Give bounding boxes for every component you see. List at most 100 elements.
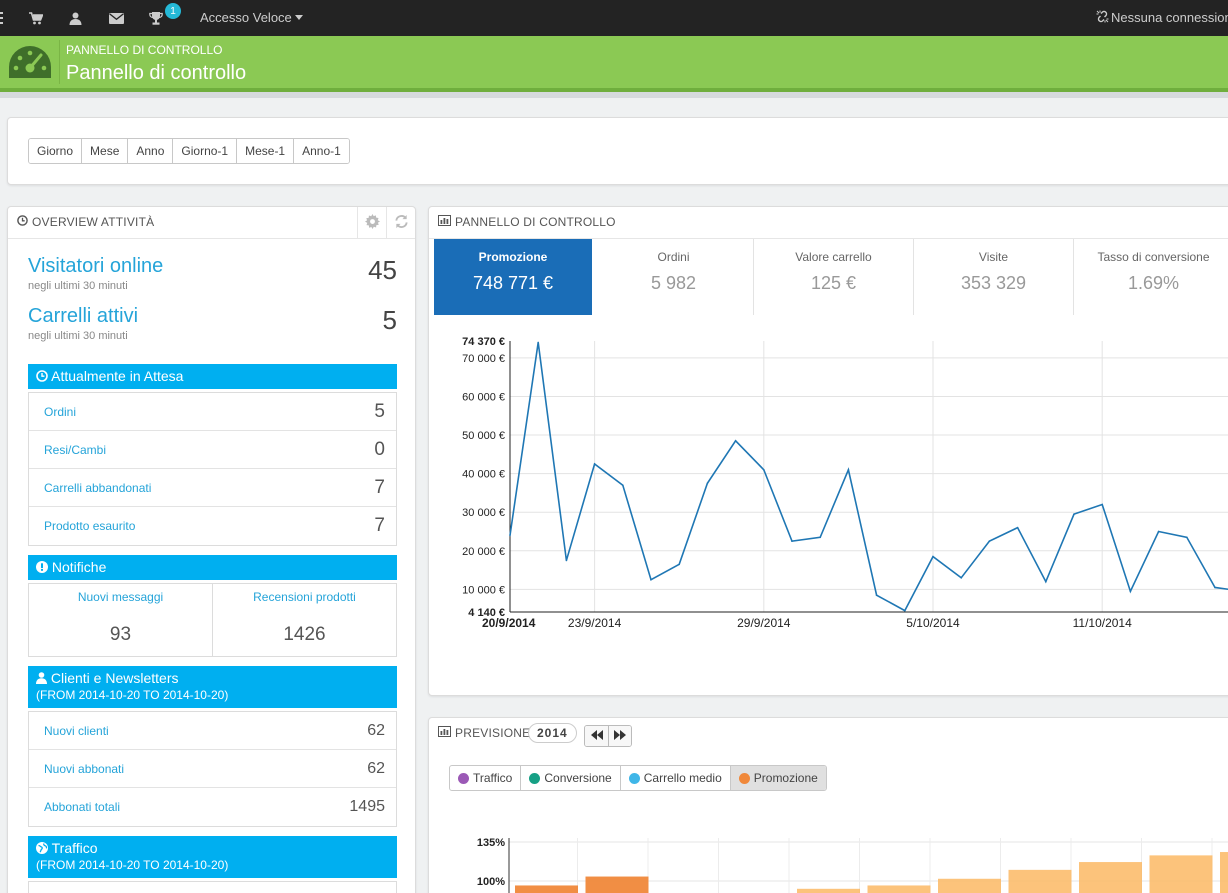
filter-year-button[interactable]: Anno <box>128 139 174 163</box>
data-point <box>1186 536 1188 539</box>
data-point <box>1073 513 1075 515</box>
tab-conversion[interactable]: Conversione <box>521 766 621 790</box>
forecast-bar-chart: 135% 100% <box>477 837 1228 893</box>
kpi-value: 353 329 <box>960 273 1027 293</box>
clock-icon <box>36 369 48 385</box>
y-tick-label: 60 000 € <box>462 391 505 403</box>
forecast-bar <box>1079 862 1142 893</box>
x-tick-label: 11/10/2014 <box>1073 616 1132 630</box>
page-title: Pannello di controllo <box>66 62 247 84</box>
panel-title: PREVISIONE <box>438 726 530 740</box>
gear-icon <box>364 214 380 232</box>
filter-prev-year-button[interactable]: Anno-1 <box>294 139 349 163</box>
kpi-cart-value-tab[interactable]: Valore carrello 125 € <box>754 239 914 315</box>
filter-day-button[interactable]: Giorno <box>29 139 83 163</box>
traffic-list <box>28 881 397 893</box>
overview-title: OVERVIEW ATTIVITÀ <box>32 215 155 229</box>
abandoned-carts-link[interactable]: Carrelli abbandonati <box>44 481 151 495</box>
settings-button[interactable] <box>357 207 386 239</box>
menu-icon[interactable] <box>0 0 8 36</box>
list-item: Prodotto esaurito 7 <box>29 507 396 545</box>
list-item: Resi/Cambi 0 <box>29 431 396 469</box>
dashboard-gauge-icon <box>8 44 52 83</box>
breadcrumb[interactable]: PANNELLO DI CONTROLLO <box>66 43 222 57</box>
new-clients-link[interactable]: Nuovi clienti <box>44 724 109 738</box>
active-carts-link[interactable]: Carrelli attivi <box>28 305 397 328</box>
kpi-label: Tasso di conversione <box>1097 250 1210 264</box>
kpi-value: 5 982 <box>650 273 697 293</box>
x-tick-label: 29/9/2014 <box>737 616 791 630</box>
abandoned-carts-value: 7 <box>374 477 385 498</box>
new-subscribers-value: 62 <box>367 760 385 777</box>
cart-icon[interactable] <box>21 0 51 36</box>
tab-label: Conversione <box>544 771 612 785</box>
active-carts: Carrelli attivi negli ultimi 30 minuti 5 <box>28 305 397 342</box>
kpi-conversion-tab[interactable]: Tasso di conversione 1.69% <box>1074 239 1228 315</box>
kpi-visits-tab[interactable]: Visite 353 329 <box>914 239 1074 315</box>
y-tick-label: 10 000 € <box>462 584 505 596</box>
data-point <box>706 482 709 485</box>
tab-average-cart[interactable]: Carrello medio <box>621 766 731 790</box>
kpi-orders-tab[interactable]: Ordini 5 982 <box>594 239 754 315</box>
forecast-bar <box>1220 852 1228 893</box>
clients-list: Nuovi clienti 62 Nuovi abbonati 62 Abbonat… <box>28 711 397 827</box>
user-icon[interactable] <box>60 0 90 36</box>
kpi-sales-tab[interactable]: Promozione 748 771 € <box>434 239 592 315</box>
forecast-title: PREVISIONE <box>455 726 531 740</box>
clients-date-range: (FROM 2014-10-20 TO 2014-10-20) <box>36 688 229 702</box>
product-reviews-link[interactable]: Recensioni prodotti <box>213 590 396 604</box>
filter-month-button[interactable]: Mese <box>82 139 129 163</box>
activity-overview-panel: OVERVIEW ATTIVITÀ Visitatori online negl… <box>7 206 416 893</box>
kpi-label: Ordini <box>657 250 690 264</box>
list-item: Carrelli abbandonati 7 <box>29 469 396 507</box>
backward-icon <box>590 729 603 743</box>
forecast-bar <box>1149 855 1213 893</box>
online-visitors-link[interactable]: Visitatori online <box>28 255 397 278</box>
pending-returns-link[interactable]: Resi/Cambi <box>44 443 106 457</box>
quick-access-label: Accesso Veloce <box>200 10 292 25</box>
list-item: Nuovi clienti 62 <box>29 712 396 750</box>
header-shadow <box>0 92 1228 98</box>
y-tick-label: 20 000 € <box>462 546 505 558</box>
data-point <box>593 463 596 465</box>
online-visitors-value: 45 <box>368 255 397 285</box>
tab-label: Carrello medio <box>643 771 722 785</box>
data-point <box>650 578 652 581</box>
refresh-button[interactable] <box>386 207 415 239</box>
active-carts-sub: negli ultimi 30 minuti <box>28 330 128 342</box>
data-point <box>875 594 878 596</box>
bar-chart-icon <box>438 726 451 740</box>
kpi-value: 748 771 € <box>472 273 554 293</box>
clients-section-header: Clienti e Newsletters (FROM 2014-10-20 T… <box>28 666 397 708</box>
data-point <box>819 536 821 539</box>
filter-prev-day-button[interactable]: Giorno-1 <box>173 139 238 163</box>
forecast-bar <box>585 876 649 893</box>
new-subscribers-link[interactable]: Nuovi abbonati <box>44 762 124 776</box>
out-of-stock-link[interactable]: Prodotto esaurito <box>44 519 135 533</box>
notification-badge: 1 <box>165 3 181 19</box>
notifications-grid: Nuovi messaggi 93 Recensioni prodotti 14… <box>28 583 397 657</box>
pending-orders-link[interactable]: Ordini <box>44 405 76 419</box>
connection-status[interactable]: Nessuna connession <box>1096 10 1228 26</box>
total-subscribers-link[interactable]: Abbonati totali <box>44 800 120 814</box>
tab-traffic[interactable]: Traffico <box>450 766 522 790</box>
sales-line-chart: 74 370 € 70 000 € 60 000 € 50 000 € 40 000 €… <box>462 336 1228 630</box>
data-point <box>509 534 511 537</box>
data-point <box>622 484 624 487</box>
unlink-icon <box>1096 10 1109 26</box>
caret-down-icon <box>294 15 303 20</box>
date-range-buttons: Giorno Mese Anno Giorno-1 Mese-1 Anno-1 <box>28 138 350 164</box>
filter-prev-month-button[interactable]: Mese-1 <box>237 139 295 163</box>
header-separator <box>59 40 60 84</box>
prev-year-button[interactable] <box>585 726 608 746</box>
new-messages-link[interactable]: Nuovi messaggi <box>29 590 212 604</box>
next-year-button[interactable] <box>608 726 631 746</box>
pending-orders-value: 5 <box>374 401 385 422</box>
y-tick-label: 74 370 € <box>462 336 505 348</box>
kpi-value: 1.69% <box>1127 273 1180 293</box>
envelope-icon[interactable] <box>101 0 131 36</box>
quick-access-dropdown[interactable]: Accesso Veloce <box>200 10 303 25</box>
tab-sales[interactable]: Promozione <box>730 766 826 790</box>
new-messages-cell: Nuovi messaggi 93 <box>29 584 212 656</box>
refresh-icon <box>394 214 409 232</box>
